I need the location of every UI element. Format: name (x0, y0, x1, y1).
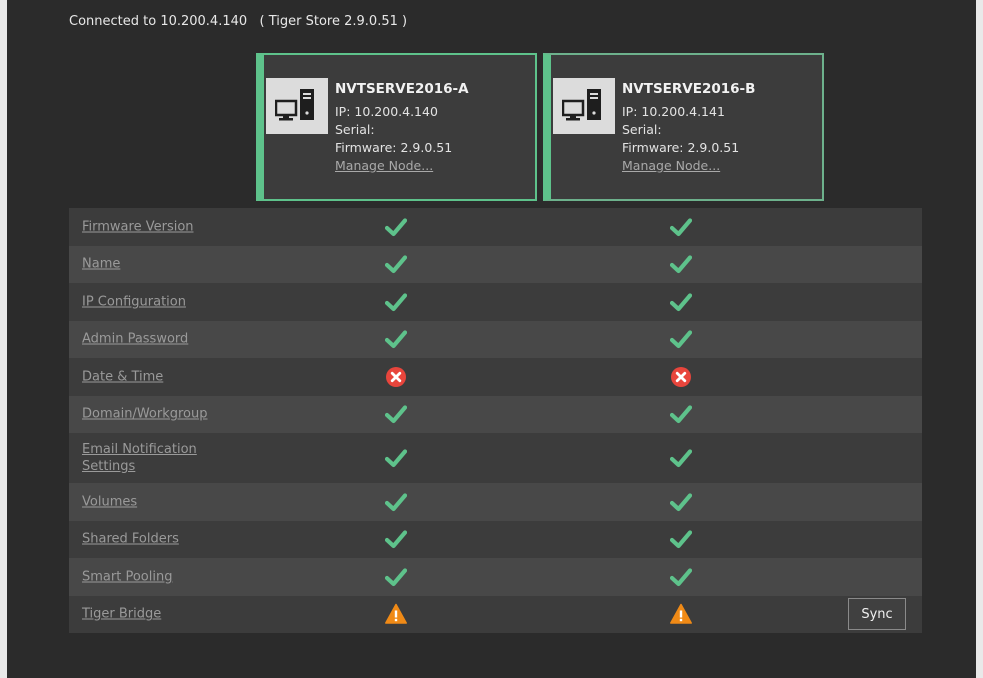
row-label-link[interactable]: Firmware Version (82, 218, 242, 235)
table-row: Email Notification Settings (69, 433, 922, 483)
server-icon (553, 78, 615, 134)
check-icon (385, 491, 407, 513)
row-label-link[interactable]: Admin Password (82, 331, 242, 348)
check-icon (670, 403, 692, 425)
node-card-b: NVTSERVE2016-B IP: 10.200.4.141 Serial: … (543, 53, 824, 201)
check-icon (670, 491, 692, 513)
check-icon (670, 566, 692, 588)
row-label-link[interactable]: Date & Time (82, 368, 242, 385)
table-row: Date & Time (69, 358, 922, 396)
check-icon (385, 291, 407, 313)
node-card-a: NVTSERVE2016-A IP: 10.200.4.140 Serial: … (256, 53, 537, 201)
error-icon (385, 366, 407, 388)
node-hostname: NVTSERVE2016-B (622, 81, 756, 97)
table-row: IP Configuration (69, 283, 922, 321)
manage-node-link[interactable]: Manage Node... (622, 158, 720, 173)
check-icon (385, 566, 407, 588)
check-icon (670, 447, 692, 469)
node-firmware: Firmware: 2.9.0.51 (622, 140, 740, 155)
table-row: Smart Pooling (69, 558, 922, 596)
row-label-link[interactable]: Name (82, 256, 242, 273)
window-edge-left (0, 0, 7, 678)
row-label-link[interactable]: Domain/Workgroup (82, 406, 242, 423)
table-row: Admin Password (69, 320, 922, 358)
table-row: Name (69, 245, 922, 283)
check-icon (670, 291, 692, 313)
row-label-link[interactable]: Shared Folders (82, 531, 242, 548)
connection-status: Connected to 10.200.4.140 ( Tiger Store … (69, 14, 408, 29)
table-row: Shared Folders (69, 520, 922, 558)
node-serial: Serial: (622, 122, 662, 137)
node-serial: Serial: (335, 122, 375, 137)
row-label-link[interactable]: IP Configuration (82, 293, 242, 310)
check-icon (385, 253, 407, 275)
row-label-link[interactable]: Smart Pooling (82, 568, 242, 585)
check-icon (670, 216, 692, 238)
comparison-table: Firmware Version Name IP Configuration Admi… (69, 208, 922, 633)
node-ip: IP: 10.200.4.141 (622, 104, 725, 119)
table-row: Volumes (69, 483, 922, 521)
server-icon (266, 78, 328, 134)
table-row: Firmware Version (69, 208, 922, 246)
check-icon (385, 216, 407, 238)
manage-node-link[interactable]: Manage Node... (335, 158, 433, 173)
warning-icon (670, 603, 692, 625)
error-icon (670, 366, 692, 388)
row-label-link[interactable]: Tiger Bridge (82, 606, 242, 623)
row-label-link[interactable]: Volumes (82, 493, 242, 510)
sync-button[interactable]: Sync (848, 598, 906, 631)
check-icon (670, 253, 692, 275)
node-firmware: Firmware: 2.9.0.51 (335, 140, 453, 155)
check-icon (670, 328, 692, 350)
check-icon (385, 528, 407, 550)
check-icon (385, 328, 407, 350)
node-ip: IP: 10.200.4.140 (335, 104, 438, 119)
warning-icon (385, 603, 407, 625)
node-hostname: NVTSERVE2016-A (335, 81, 469, 97)
table-row: Tiger Bridge Sync (69, 595, 922, 633)
table-row: Domain/Workgroup (69, 395, 922, 433)
check-icon (385, 447, 407, 469)
check-icon (385, 403, 407, 425)
window-edge-right (976, 0, 983, 678)
check-icon (670, 528, 692, 550)
row-label-link[interactable]: Email Notification Settings (82, 441, 242, 475)
